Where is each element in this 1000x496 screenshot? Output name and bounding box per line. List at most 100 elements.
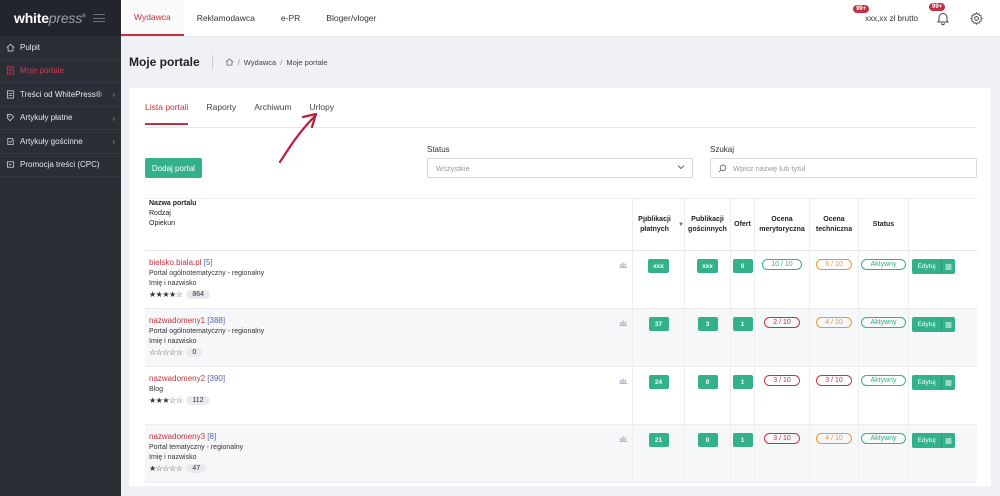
bar-chart-icon[interactable]: [619, 261, 628, 268]
sidebar-item-moje-portale[interactable]: Moje portale: [0, 60, 121, 83]
bell-icon[interactable]: 99+: [929, 2, 950, 26]
rating-count-badge: 47: [186, 464, 207, 473]
page-header: Moje portale / Wydawca / Moje portale: [129, 55, 328, 69]
technical-rating-cell: 4 / 10: [809, 425, 858, 482]
content-rating-cell: 10 / 10: [754, 251, 809, 308]
chevron-right-icon: ›: [112, 90, 115, 99]
sidebar-item-promocja-tre-ci-cpc[interactable]: Promocja treści (CPC): [0, 154, 121, 177]
account-balance[interactable]: 99+ xxx,xx zł brutto: [853, 5, 918, 23]
status-cell: Aktywny: [858, 309, 908, 366]
paid-publications-badge[interactable]: 21: [648, 433, 669, 447]
topnav-tab-e-pr[interactable]: e-PR: [268, 0, 313, 36]
rating-row: ★★★★☆ 864: [149, 290, 632, 299]
portal-name-cell: bielsko.biala.pl [5] Portal ogólnotematyc…: [145, 251, 632, 308]
portal-link[interactable]: nazwadomeny2 [390]: [149, 374, 632, 383]
sort-icon[interactable]: ▲ ▼: [641, 215, 647, 226]
offers-badge[interactable]: 1: [732, 433, 753, 447]
topnav-tab-bloger-vloger[interactable]: Bloger/vloger: [313, 0, 389, 36]
portal-name[interactable]: nazwadomeny1: [149, 316, 205, 325]
sidebar-item-label: Artykuły płatne: [20, 113, 73, 123]
status-pill: Aktywny: [861, 317, 906, 328]
header-guest-publications[interactable]: Publikacji gościnnych: [684, 199, 730, 250]
header-status[interactable]: Status: [858, 199, 908, 250]
menu-icon[interactable]: [941, 259, 955, 274]
add-portal-button[interactable]: Dodaj portal: [145, 158, 202, 178]
topnav-tab-wydawca[interactable]: Wydawca: [121, 0, 184, 36]
search-input[interactable]: Wpisz nazwę lub tytuł: [710, 158, 977, 178]
edit-button[interactable]: Edytuj: [912, 433, 941, 448]
paid-publications-badge[interactable]: xxx: [648, 259, 669, 273]
portal-name[interactable]: bielsko.biala.pl: [149, 258, 201, 267]
portal-type: Portal ogólnotematyczny - regionalny: [149, 328, 265, 335]
tab-raporty[interactable]: Raporty: [206, 102, 236, 125]
portal-link[interactable]: bielsko.biala.pl [5]: [149, 258, 632, 267]
sidebar-item-label: Promocja treści (CPC): [20, 160, 100, 170]
header-offers[interactable]: Ofert: [730, 199, 754, 250]
breadcrumb: / Wydawca / Moje portale: [211, 55, 328, 69]
menu-icon[interactable]: [941, 433, 955, 448]
bar-chart-icon[interactable]: [619, 319, 628, 326]
guest-publications-badge[interactable]: 0: [697, 375, 718, 389]
bar-chart-icon[interactable]: [619, 435, 628, 442]
edit-button[interactable]: Edytuj: [912, 317, 941, 332]
menu-icon[interactable]: [941, 375, 955, 390]
guest-publications-badge[interactable]: xxx: [697, 259, 718, 273]
portal-owner: Imię i nazwisko: [149, 454, 197, 461]
table-row: nazwadomeny3 [8] Portal tematyczny - regi…: [145, 425, 977, 483]
breadcrumb-separator: /: [280, 57, 283, 67]
sidebar-item-tre-ci-od-whitepress[interactable]: Treści od WhitePress® ›: [0, 83, 121, 107]
paid-publications-badge[interactable]: 24: [648, 375, 669, 389]
guest-publications-cell: 3: [684, 309, 730, 366]
breadcrumb-wydawca[interactable]: Wydawca: [244, 58, 276, 67]
tab-lista-portali[interactable]: Lista portali: [145, 102, 189, 125]
technical-rating-pill: 4 / 10: [816, 317, 852, 328]
star-rating: ★★★☆☆: [149, 396, 183, 405]
table-header: Nazwa portalu Rodzaj Opiekun ▲ ▼ Publikac…: [145, 198, 977, 251]
portal-type: Portal ogólnotematyczny - regionalny: [149, 270, 265, 277]
guest-publications-badge[interactable]: 3: [697, 317, 718, 331]
portal-name[interactable]: nazwadomeny3: [149, 432, 205, 441]
sidebar-item-artyku-y-p-atne[interactable]: Artykuły płatne ›: [0, 107, 121, 130]
actions-cell: Edytuj: [908, 251, 958, 308]
header-technical-rating[interactable]: Ocena techniczna: [809, 199, 858, 250]
portal-name[interactable]: nazwadomeny2: [149, 374, 205, 383]
portals-card: Lista portali Raporty Archiwum Urlopy Dodaj…: [129, 88, 991, 486]
offers-badge[interactable]: 1: [732, 317, 753, 331]
portal-link[interactable]: nazwadomeny1 [388]: [149, 316, 632, 325]
rating-row: ☆☆☆☆☆ 0: [149, 348, 632, 357]
edit-button-group: Edytuj: [912, 433, 955, 448]
portal-link[interactable]: nazwadomeny3 [8]: [149, 432, 632, 441]
guest-publications-badge[interactable]: 0: [697, 433, 718, 447]
offers-badge[interactable]: 1: [732, 375, 753, 389]
edit-button[interactable]: Edytuj: [912, 259, 941, 274]
logo-bar: whitepress®: [0, 0, 121, 36]
header-paid-publications[interactable]: Publikacji płatnych ▼: [632, 199, 684, 250]
sidebar: whitepress® Pulpit Moje portale Treści od …: [0, 0, 121, 496]
status-select[interactable]: Wszystkie: [427, 158, 693, 178]
technical-rating-cell: 3 / 10: [809, 367, 858, 424]
offers-badge[interactable]: 6: [732, 259, 753, 273]
menu-icon[interactable]: [941, 317, 955, 332]
technical-rating-cell: 4 / 10: [809, 309, 858, 366]
balance-badge: 99+: [853, 5, 870, 13]
sidebar-item-pulpit[interactable]: Pulpit: [0, 36, 121, 60]
portal-type: Blog: [149, 386, 164, 393]
edit-button[interactable]: Edytuj: [912, 375, 941, 390]
annotation-arrow-icon: [278, 112, 318, 164]
actions-cell: Edytuj: [908, 309, 958, 366]
settings-gear-icon[interactable]: [969, 11, 984, 26]
sidebar-item-artyku-y-go-cinne[interactable]: Artykuły gościnne ›: [0, 130, 121, 154]
paid-publications-badge[interactable]: 37: [648, 317, 669, 331]
offers-cell: 1: [730, 367, 754, 424]
header-name[interactable]: Nazwa portalu Rodzaj Opiekun ▲ ▼: [145, 199, 647, 250]
header-content-rating[interactable]: Ocena merytoryczna: [754, 199, 809, 250]
home-icon[interactable]: [225, 58, 234, 66]
edit-button-group: Edytuj: [912, 317, 955, 332]
bar-chart-icon[interactable]: [619, 377, 628, 384]
status-cell: Aktywny: [858, 425, 908, 482]
offers-cell: 1: [730, 309, 754, 366]
logo[interactable]: whitepress®: [14, 10, 86, 26]
star-rating: ★★★★☆: [149, 290, 183, 299]
hamburger-menu-icon[interactable]: [93, 14, 105, 22]
topnav-tab-reklamodawca[interactable]: Reklamodawca: [184, 0, 268, 36]
